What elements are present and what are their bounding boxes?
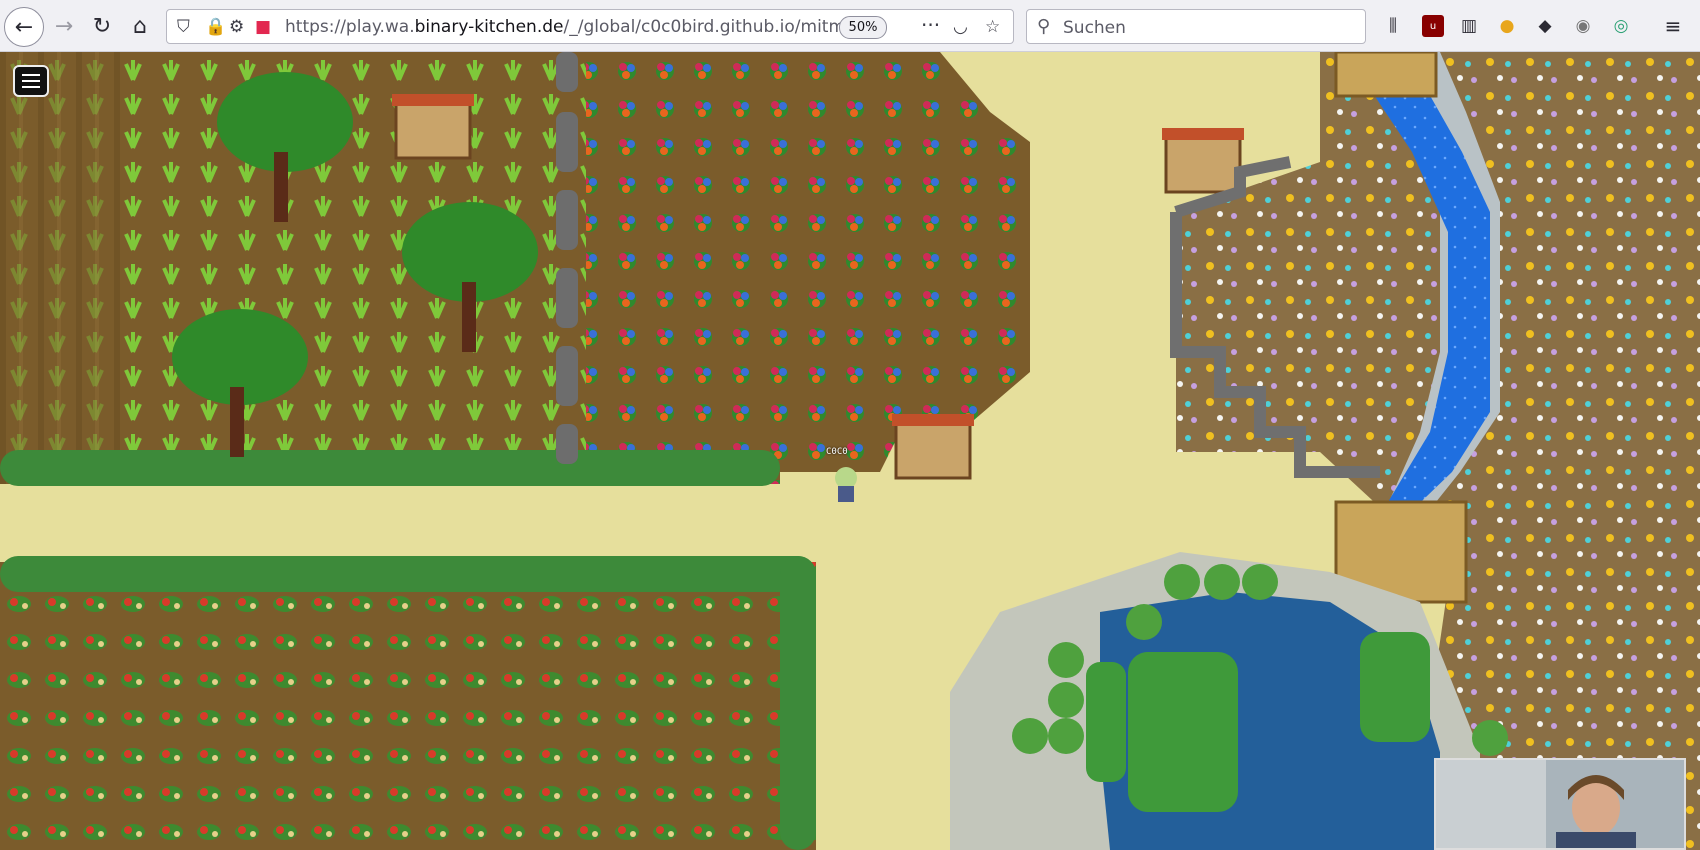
pocket-icon[interactable]: ◡	[953, 17, 968, 37]
home-icon: ⌂	[133, 13, 147, 39]
ublock-icon[interactable]: u	[1422, 15, 1444, 37]
camera-icon[interactable]: ■	[255, 17, 271, 37]
shield-icon[interactable]: ⛉	[177, 17, 190, 37]
extension-mask-icon[interactable]: ◉	[1572, 15, 1594, 37]
more-actions-icon[interactable]: ···	[921, 13, 940, 37]
menu-line	[22, 86, 40, 88]
arrow-left-icon: ←	[14, 14, 34, 40]
arrow-right-icon: →	[54, 13, 74, 39]
game-canvas[interactable]: C0C0	[0, 52, 1700, 850]
url-text[interactable]: https://play.wa.binary-kitchen.de/_/glob…	[285, 17, 875, 37]
hedge-row-upper	[0, 450, 780, 486]
vegetable-garden	[0, 562, 816, 850]
sidebar-icon[interactable]: ▥	[1458, 15, 1480, 37]
reload-icon: ↻	[92, 13, 112, 39]
bookmark-star-icon[interactable]: ☆	[985, 17, 1000, 37]
browser-toolbar: ← → ↻ ⌂ ⛉ 🔒 ⚙ ■ https://play.wa.binary-k…	[0, 0, 1700, 52]
url-bar[interactable]: ⛉ 🔒 ⚙ ■ https://play.wa.binary-kitchen.d…	[166, 9, 1014, 44]
home-button[interactable]: ⌂	[122, 8, 158, 44]
library-icon[interactable]: ⫼	[1382, 15, 1404, 37]
url-host: binary-kitchen.de	[414, 17, 564, 37]
extension-green-icon[interactable]: ◎	[1610, 15, 1632, 37]
bridge-upper[interactable]	[1334, 52, 1438, 98]
search-box[interactable]: ⚲ Suchen	[1026, 9, 1366, 44]
reload-button[interactable]: ↻	[84, 8, 120, 44]
zoom-level[interactable]: 50%	[839, 16, 887, 39]
extension-puzzle-icon[interactable]: ◆	[1534, 15, 1556, 37]
search-icon: ⚲	[1037, 16, 1051, 37]
player-name-label: C0C0	[826, 447, 848, 457]
hedge-row-lower	[0, 556, 816, 592]
menu-line	[22, 74, 40, 76]
game-map[interactable]	[0, 52, 1700, 850]
player-avatar[interactable]	[835, 467, 857, 502]
forward-button[interactable]: →	[46, 8, 82, 44]
search-placeholder: Suchen	[1063, 18, 1126, 38]
hamburger-menu-icon[interactable]: ≡	[1662, 14, 1684, 38]
webcam-preview[interactable]	[1434, 758, 1686, 850]
lock-icon[interactable]: 🔒	[205, 17, 226, 37]
webcam-video	[1436, 760, 1684, 848]
permissions-icon[interactable]: ⚙	[229, 17, 244, 37]
game-menu-button[interactable]	[13, 65, 49, 97]
extension-color-icon[interactable]: ●	[1496, 15, 1518, 37]
menu-line	[22, 80, 40, 82]
back-button[interactable]: ←	[4, 7, 44, 47]
url-path: /_/global/c0c0bird.github.io/mitmachg	[563, 17, 875, 37]
url-prefix: https://play.wa.	[285, 17, 415, 37]
